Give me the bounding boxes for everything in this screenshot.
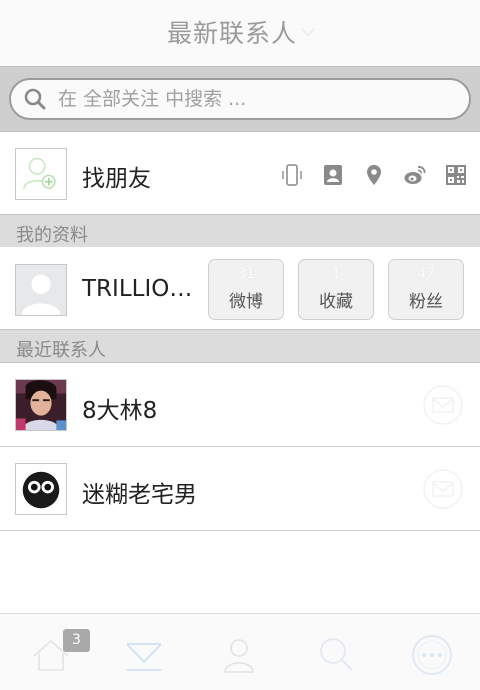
tab-contacts[interactable] [217, 632, 263, 678]
weibo-icon[interactable] [403, 163, 427, 187]
find-friends-label: 找朋友 [82, 166, 151, 192]
search-field[interactable] [9, 78, 471, 120]
stat-followers-button[interactable]: 47 粉丝 [388, 259, 464, 320]
stat-label: 粉丝 [409, 292, 443, 312]
location-pin-icon[interactable] [362, 163, 386, 187]
stat-count: 47 [417, 266, 435, 282]
qr-code-icon[interactable] [444, 163, 468, 187]
stat-favorites-button[interactable]: 1 收藏 [298, 259, 374, 320]
stat-label: 收藏 [319, 292, 353, 312]
search-icon [24, 88, 46, 110]
inbox-icon [126, 643, 162, 671]
tab-bar: 3 [0, 613, 480, 690]
list-item[interactable]: 8大林8 [0, 363, 480, 447]
navigation-bar: 最新联系人 [0, 0, 480, 66]
search-bar [0, 66, 480, 132]
page-title[interactable]: 最新联系人 [167, 14, 297, 50]
avatar[interactable] [15, 463, 67, 515]
stat-label: 微博 [229, 292, 263, 312]
tab-more[interactable] [409, 632, 455, 678]
unread-badge: 3 [63, 629, 90, 652]
avatar[interactable] [15, 264, 67, 316]
message-icon[interactable] [422, 468, 464, 510]
search-input[interactable] [58, 88, 458, 110]
avatar[interactable] [15, 379, 67, 431]
find-friends-icons [280, 163, 468, 187]
stat-weibo-button[interactable]: 31 微博 [208, 259, 284, 320]
more-icon [412, 635, 452, 675]
contacts-card-icon[interactable] [321, 163, 345, 187]
section-title: 最近联系人 [16, 340, 106, 361]
add-friend-icon [15, 148, 67, 200]
message-icon[interactable] [422, 384, 464, 426]
chevron-down-icon[interactable] [300, 21, 316, 37]
contact-name: 迷糊老宅男 [82, 482, 197, 508]
section-title: 我的资料 [16, 225, 88, 246]
list-item[interactable]: 迷糊老宅男 [0, 447, 480, 531]
profile-name: TRILLIONSOFT [82, 276, 200, 302]
section-header-my-profile: 我的资料 [0, 214, 480, 248]
contact-name: 8大林8 [82, 398, 158, 424]
search-icon [320, 638, 353, 671]
contacts-icon [224, 639, 254, 673]
my-profile-row[interactable]: TRILLIONSOFT 31 微博 1 收藏 47 粉丝 [0, 247, 480, 329]
find-friends-row[interactable]: 找朋友 [0, 132, 480, 214]
shake-phone-icon[interactable] [280, 163, 304, 187]
stat-count: 31 [237, 266, 255, 282]
tab-search[interactable] [313, 632, 359, 678]
tab-inbox[interactable] [121, 632, 167, 678]
stat-count: 1 [331, 266, 341, 282]
section-header-recent-contacts: 最近联系人 [0, 329, 480, 363]
